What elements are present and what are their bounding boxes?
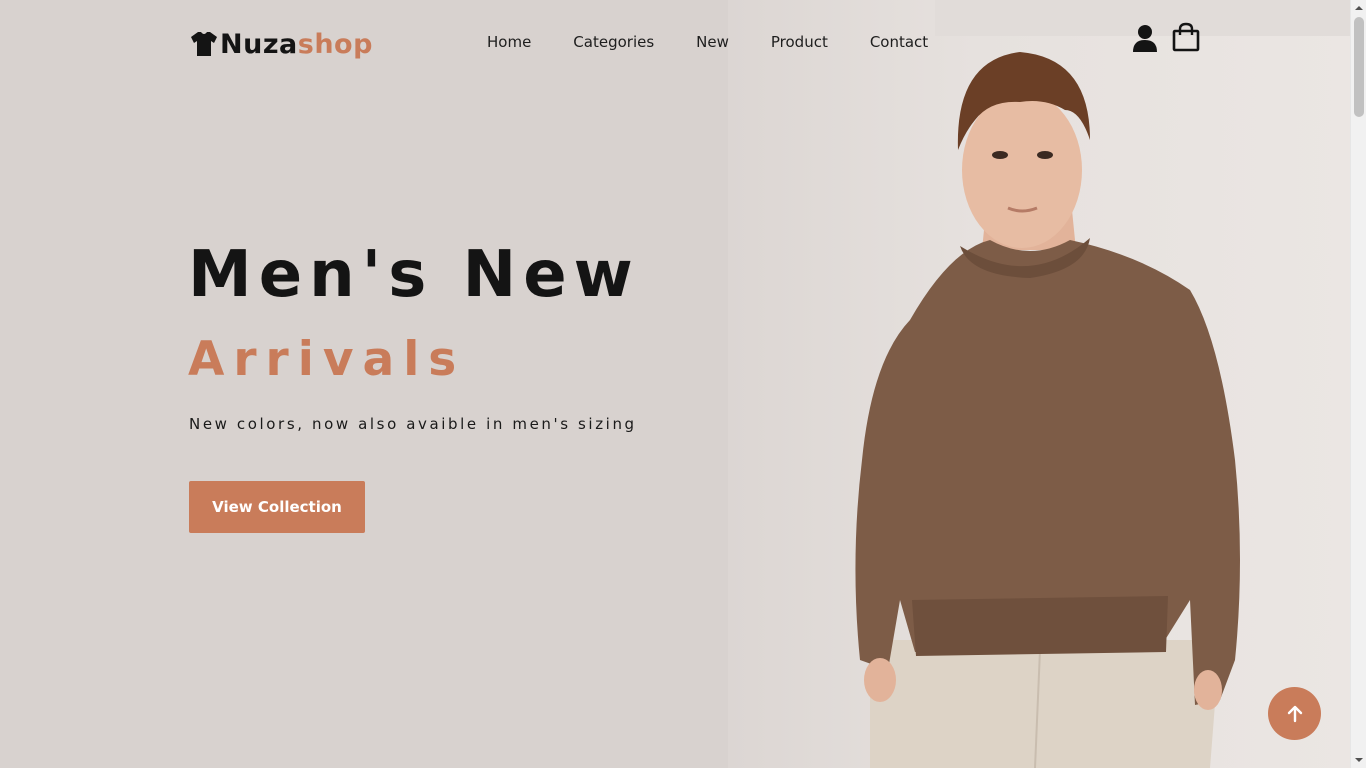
brand-logo[interactable]: Nuzashop (190, 26, 373, 62)
user-icon[interactable] (1132, 24, 1158, 52)
nav-product[interactable]: Product (771, 33, 828, 51)
page-scrollbar[interactable] (1350, 0, 1366, 768)
nav-home[interactable]: Home (487, 33, 531, 51)
tshirt-icon (191, 32, 217, 56)
scroll-down-arrow-icon[interactable] (1351, 752, 1366, 768)
view-collection-button[interactable]: View Collection (189, 481, 365, 533)
main-nav: Home Categories New Product Contact (487, 33, 970, 51)
hero-title-accent: Arrivals (188, 332, 466, 387)
arrow-up-icon (1287, 705, 1302, 722)
brand-name-accent: shop (297, 28, 373, 60)
page: Nuzashop Home Categories New Product Con… (0, 0, 1350, 768)
hero-model-image (855, 52, 1240, 768)
nav-categories[interactable]: Categories (573, 33, 654, 51)
hero-subtitle: New colors, now also avaible in men's si… (189, 415, 637, 433)
shopping-bag-icon[interactable] (1172, 22, 1200, 52)
scrollbar-thumb[interactable] (1354, 17, 1364, 117)
nav-new[interactable]: New (696, 33, 729, 51)
scroll-up-arrow-icon[interactable] (1351, 0, 1366, 16)
scroll-to-top-button[interactable] (1268, 687, 1321, 740)
brand-name: Nuzashop (220, 29, 373, 60)
hero-title: Men's New (188, 238, 640, 312)
nav-contact[interactable]: Contact (870, 33, 928, 51)
brand-name-main: Nuza (220, 28, 298, 60)
